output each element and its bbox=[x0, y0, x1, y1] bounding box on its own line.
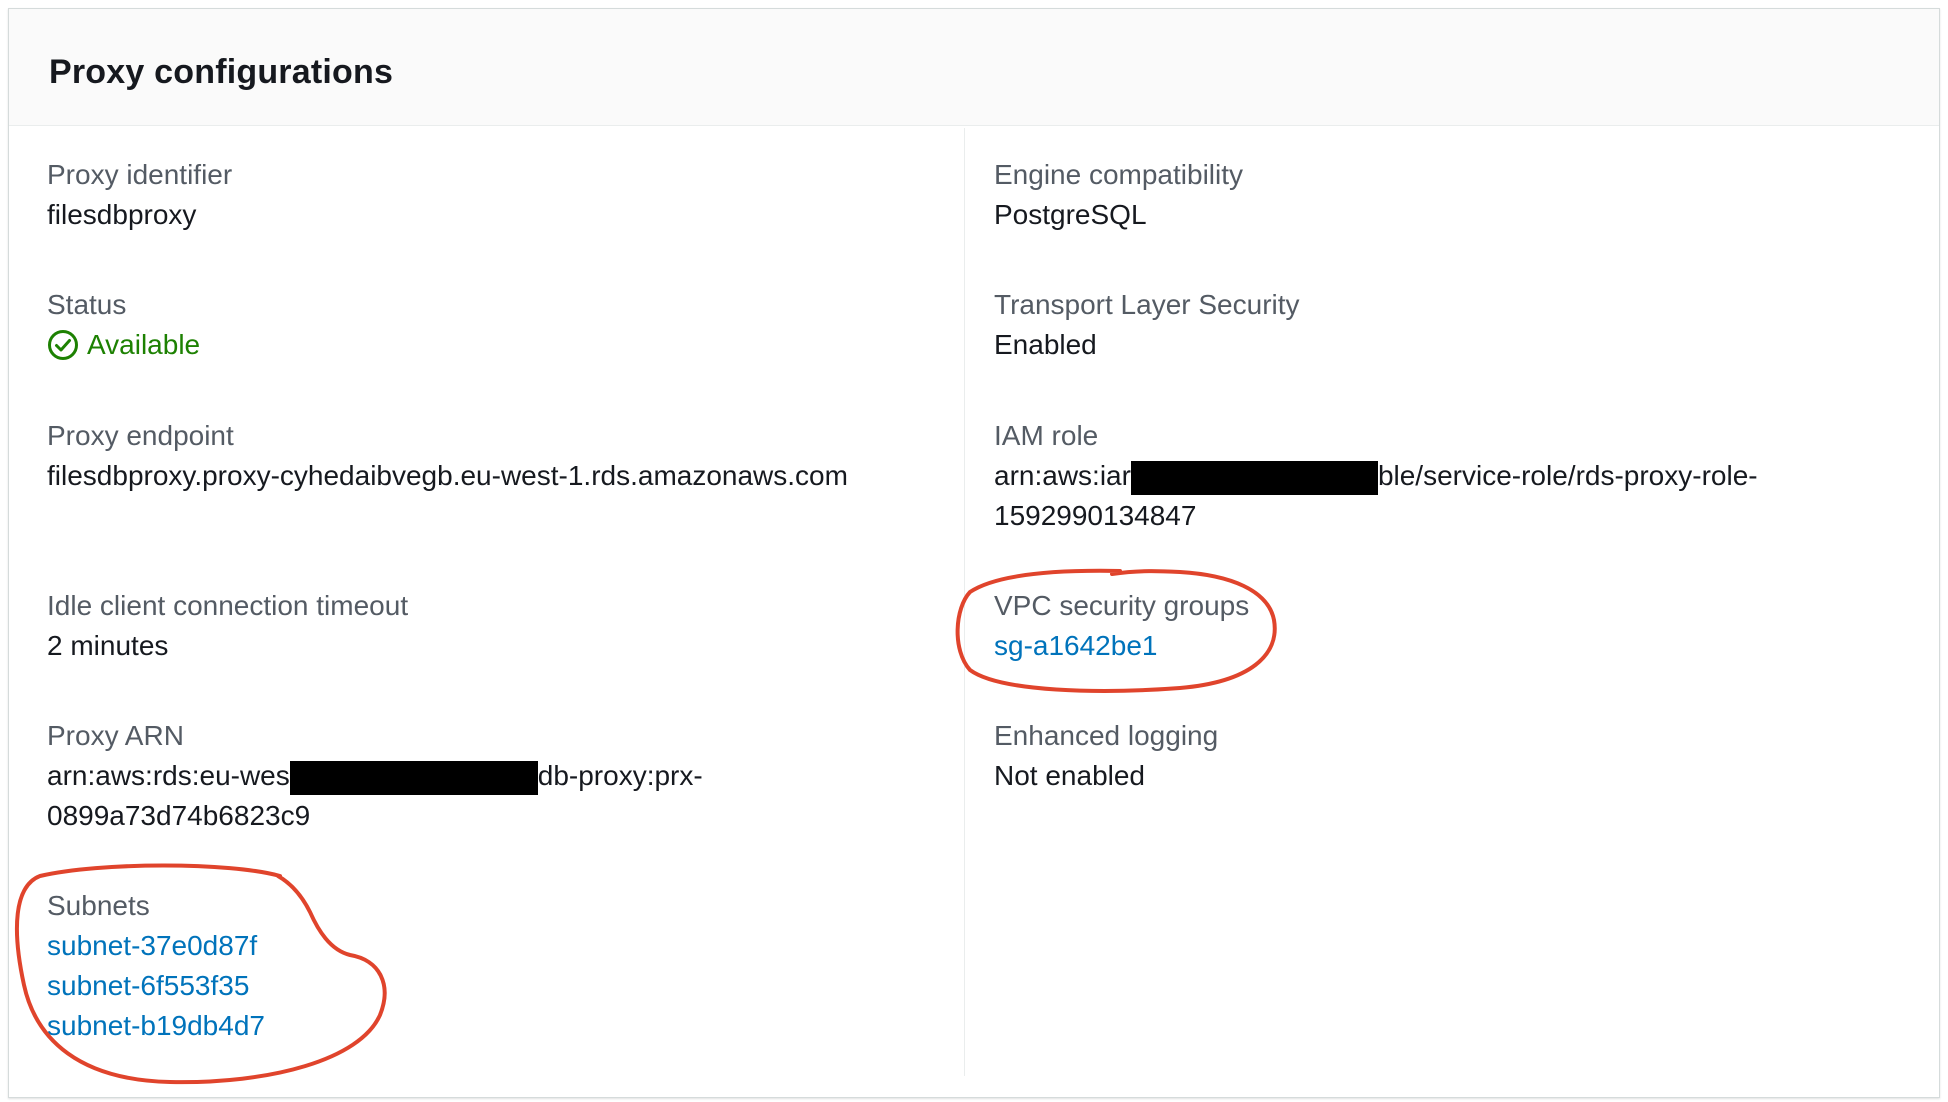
field-value-line2: 0899a73d74b6823c9 bbox=[47, 800, 311, 831]
status-text: Available bbox=[87, 329, 201, 360]
subnet-link[interactable]: subnet-37e0d87f bbox=[47, 926, 265, 966]
redaction-block bbox=[1130, 460, 1378, 495]
panel-title: Proxy configurations bbox=[49, 53, 394, 91]
field-value: Enabled bbox=[994, 329, 1097, 360]
field-label: IAM role bbox=[994, 420, 1099, 451]
field-value: filesdbproxy.proxy-cyhedaibvegb.eu-west-… bbox=[47, 460, 848, 491]
field-label: Proxy ARN bbox=[47, 720, 184, 751]
arn-start: arn:aws:rds:eu-wes bbox=[47, 760, 290, 791]
column-divider bbox=[964, 128, 965, 1076]
subnet-link[interactable]: subnet-b19db4d7 bbox=[47, 1006, 265, 1046]
field-label: Subnets bbox=[47, 890, 150, 921]
field-value: PostgreSQL bbox=[994, 199, 1147, 230]
field-label: Proxy identifier bbox=[47, 159, 233, 190]
field-value: Not enabled bbox=[994, 760, 1146, 791]
field-idle-timeout: Idle client connection timeout 2 minutes bbox=[47, 586, 408, 666]
field-label: Idle client connection timeout bbox=[47, 590, 409, 621]
security-group-link[interactable]: sg-a1642be1 bbox=[994, 626, 1249, 666]
field-value-line2: 1592990134847 bbox=[994, 500, 1197, 531]
field-proxy-endpoint: Proxy endpoint filesdbproxy.proxy-cyheda… bbox=[47, 416, 848, 496]
field-enhanced-logging: Enhanced logging Not enabled bbox=[994, 716, 1218, 796]
field-engine-compatibility: Engine compatibility PostgreSQL bbox=[994, 155, 1243, 235]
iam-role-end: ble/service-role/rds-proxy-role- bbox=[1377, 460, 1758, 491]
proxy-configurations-panel: Proxy configurations bbox=[8, 8, 1940, 1098]
field-vpc-security-groups: VPC security groups sg-a1642be1 bbox=[994, 586, 1249, 666]
check-circle-icon bbox=[47, 329, 79, 361]
iam-role-start: arn:aws:iar bbox=[994, 460, 1131, 491]
field-proxy-arn: Proxy ARN arn:aws:rds:eu-wes db-proxy:prx… bbox=[47, 716, 703, 836]
field-label: Engine compatibility bbox=[994, 159, 1244, 190]
field-label: Proxy endpoint bbox=[47, 420, 234, 451]
field-subnets: Subnets subnet-37e0d87f subnet-6f553f35 … bbox=[47, 886, 265, 1046]
status-badge: Available bbox=[47, 325, 200, 365]
arn-end: db-proxy:prx- bbox=[537, 760, 703, 791]
subnet-link[interactable]: subnet-6f553f35 bbox=[47, 966, 265, 1006]
field-value: arn:aws:rds:eu-wes db-proxy:prx- bbox=[47, 756, 703, 796]
panel-header: Proxy configurations bbox=[9, 9, 1939, 126]
field-label: VPC security groups bbox=[994, 590, 1250, 621]
field-value: filesdbproxy bbox=[47, 199, 197, 230]
field-label: Status bbox=[47, 289, 127, 320]
field-value: arn:aws:iar ble/service-role/rds-proxy-ro… bbox=[994, 456, 1758, 496]
field-value: 2 minutes bbox=[47, 630, 169, 661]
field-status: Status Available bbox=[47, 285, 200, 365]
field-transport-layer-security: Transport Layer Security Enabled bbox=[994, 285, 1300, 365]
field-label: Transport Layer Security bbox=[994, 289, 1300, 320]
redaction-block bbox=[289, 760, 538, 795]
field-iam-role: IAM role arn:aws:iar ble/service-role/rds… bbox=[994, 416, 1758, 536]
field-label: Enhanced logging bbox=[994, 720, 1219, 751]
field-proxy-identifier: Proxy identifier filesdbproxy bbox=[47, 155, 232, 235]
